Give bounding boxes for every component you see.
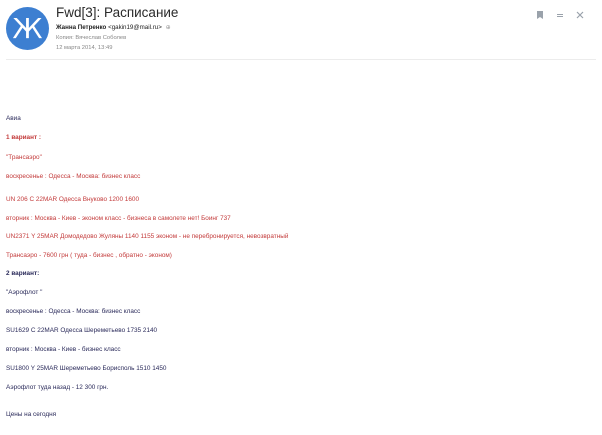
bookmark-icon[interactable] bbox=[536, 11, 544, 19]
sender-email[interactable]: <gakin19@mail.ru> bbox=[108, 24, 162, 31]
body-line: Трансаэро - 7600 грн ( туда - бизнес , о… bbox=[6, 252, 172, 259]
avatar[interactable]: Ж bbox=[6, 7, 49, 50]
email-date: 12 марта 2014, 13:49 bbox=[56, 45, 113, 51]
body-line: SU1629 C 22MAR Одесса Шереметьево 1735 2… bbox=[6, 327, 158, 334]
body-line: "Аэрофлот " bbox=[6, 289, 43, 296]
body-line: 1 вариант : bbox=[6, 134, 42, 141]
body-line: UN2371 Y 25MAR Домодедово Жуляны 1140 11… bbox=[6, 233, 289, 240]
body-line: Аэрофлот туда назад - 12 300 грн. bbox=[6, 384, 109, 391]
add-contact-icon[interactable]: ⊕ bbox=[166, 25, 171, 31]
avatar-letter: Ж bbox=[12, 12, 43, 45]
sender-name[interactable]: Жанна Петренко bbox=[56, 24, 106, 31]
body-line: UN 206 C 22MAR Одесса Внуково 1200 1600 bbox=[6, 196, 140, 203]
body-line: воскресенье : Одесса - Москва: бизнес кл… bbox=[6, 173, 141, 180]
body-line: вторник : Москва - Киев - бизнес класс bbox=[6, 346, 121, 353]
sender[interactable]: Жанна Петренко <gakin19@mail.ru> ⊕ bbox=[56, 24, 171, 31]
close-icon[interactable] bbox=[576, 11, 584, 19]
body-line: SU1800 Y 25MAR Шереметьево Борисполь 151… bbox=[6, 365, 167, 372]
body-line: Цены на сегодня bbox=[6, 411, 57, 418]
more-icon[interactable] bbox=[556, 11, 564, 19]
body-line: Авиа bbox=[6, 115, 21, 122]
body-line: вторник : Москва - Киев - эконом класс -… bbox=[6, 215, 231, 222]
header-divider bbox=[6, 59, 596, 60]
email-subject: Fwd[3]: Расписание bbox=[56, 5, 179, 20]
copy-recipients: Копия: Вячеслав Соболев bbox=[56, 35, 127, 41]
body-line: воскресенье : Одесса - Москва: бизнес кл… bbox=[6, 308, 141, 315]
header-actions bbox=[536, 11, 584, 19]
body-line: "Трансаэро" bbox=[6, 154, 42, 161]
body-line: 2 вариант: bbox=[6, 270, 40, 277]
